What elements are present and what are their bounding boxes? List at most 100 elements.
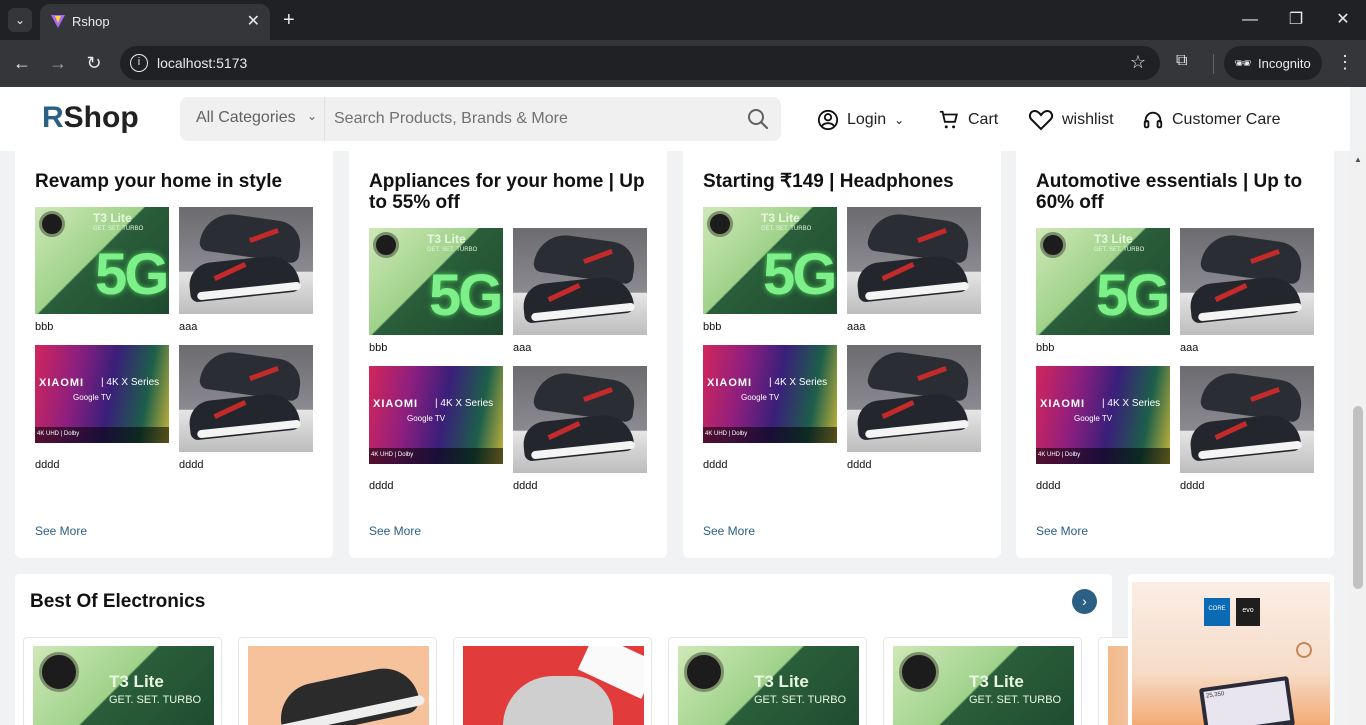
product-tile[interactable]: XIAOMI | 4K X Series Google TV 4K UHD | Dol… (35, 345, 169, 471)
shoe-product-image (513, 228, 647, 335)
camera-lens (1040, 232, 1066, 258)
wishlist-link[interactable]: wishlist (1028, 107, 1114, 133)
product-tile[interactable]: T3 Lite GET. SET. TURBO 5G bbb (35, 207, 169, 333)
carousel-next-button[interactable]: › (1072, 589, 1097, 614)
intel-core-badge: CORE (1204, 598, 1230, 626)
product-tile[interactable]: XIAOMI | 4K X Series Google TV 4K UHD | Dol… (369, 366, 503, 492)
tv-series-text: | 4K X Series (101, 377, 160, 388)
see-more-link[interactable]: See More (369, 524, 421, 538)
search-icon[interactable] (746, 107, 770, 131)
forward-icon[interactable]: → (46, 52, 70, 74)
page-scrollbar[interactable]: ▲ (1350, 151, 1366, 725)
tv-os-text: Google TV (407, 414, 446, 423)
phone-tagline-text: GET. SET. TURBO (427, 247, 478, 253)
tab-search-button[interactable]: ⌄ (8, 8, 32, 32)
shoe-product-image (1180, 228, 1314, 335)
minimize-icon[interactable]: — (1238, 8, 1262, 32)
product-tile[interactable]: dddd (1180, 366, 1314, 492)
search-input[interactable] (325, 97, 735, 141)
product-label: dddd (35, 459, 60, 471)
address-bar[interactable]: i localhost:5173 ☆ (120, 46, 1160, 80)
see-more-link[interactable]: See More (35, 524, 87, 538)
tv-series-text: | 4K X Series (435, 398, 494, 409)
tv-product-image: XIAOMI | 4K X Series Google TV 4K UHD | Dol… (35, 345, 169, 443)
scroll-up-icon[interactable]: ▲ (1354, 155, 1362, 164)
product-label: dddd (513, 480, 538, 492)
product-tile[interactable]: XIAOMI | 4K X Series Google TV 4K UHD | Dol… (703, 345, 837, 471)
site-info-icon[interactable]: i (130, 54, 148, 72)
see-more-link[interactable]: See More (1036, 524, 1088, 538)
cart-icon (939, 110, 958, 129)
headset-icon (1143, 111, 1163, 129)
product-tile[interactable]: T3 Lite GET. SET. TURBO 5G bbb (369, 228, 503, 354)
promo-card: Automotive essentials | Up to 60% off T3 … (1016, 151, 1334, 558)
sneaker-product-image (463, 646, 644, 725)
see-more-link[interactable]: See More (703, 524, 755, 538)
product-label: dddd (1036, 480, 1061, 492)
tv-os-text: Google TV (1074, 414, 1113, 423)
product-label: bbb (35, 321, 54, 333)
tv-os-text: Google TV (741, 393, 780, 402)
shoe-product-image (1180, 366, 1314, 473)
sneaker-product-image (248, 646, 429, 725)
tv-footer-text: 4K UHD | Dolby (703, 427, 837, 443)
close-window-icon[interactable]: ✕ (1331, 8, 1355, 32)
phone-product-image: T3 Lite GET. SET. TURBO 5G (703, 207, 837, 314)
shoe-product-image (847, 345, 981, 452)
camera-lens (39, 211, 65, 237)
user-circle-icon (817, 109, 839, 131)
product-tile[interactable] (238, 637, 437, 725)
phone-product-image: T3 Lite GET. SET. TURBO 5G (35, 207, 169, 314)
product-label: aaa (1180, 342, 1199, 354)
evo-badge: evo (1236, 598, 1260, 626)
reload-icon[interactable]: ↻ (82, 52, 106, 74)
product-tile[interactable]: T3 Lite GET. SET. TURBO 5G bbb (703, 207, 837, 333)
restore-icon[interactable]: ❐ (1284, 8, 1308, 32)
tv-brand-text: XIAOMI (373, 398, 419, 410)
browser-tab[interactable]: Rshop ✕ (40, 4, 270, 40)
product-tile[interactable] (453, 637, 652, 725)
site-header: RShop All Categories ⌄ Login ⌄ (0, 87, 1350, 151)
login-menu[interactable]: Login ⌄ (817, 107, 904, 133)
extensions-icon[interactable]: ⧉ (1176, 52, 1187, 70)
scrollbar-thumb[interactable] (1353, 406, 1363, 589)
product-tile[interactable]: T3 Lite GET. SET. TURBO (23, 637, 222, 725)
new-tab-button[interactable]: + (283, 8, 295, 32)
url-text[interactable]: localhost:5173 (157, 55, 247, 71)
phone-model-text: T3 Lite (761, 211, 800, 225)
product-tile[interactable]: aaa (1180, 228, 1314, 354)
category-select[interactable]: All Categories ⌄ (180, 97, 325, 141)
product-tile[interactable]: dddd (179, 345, 313, 471)
bookmark-star-icon[interactable]: ☆ (1130, 52, 1146, 73)
cart-link[interactable]: Cart (938, 107, 998, 133)
laptop-illustration: 25,350 (1198, 675, 1296, 725)
product-tile[interactable]: dddd (513, 366, 647, 492)
product-tile[interactable]: aaa (179, 207, 313, 333)
incognito-indicator[interactable]: 🕶 Incognito (1224, 46, 1322, 80)
heart-icon (1028, 109, 1054, 131)
product-tile[interactable]: T3 Lite GET. SET. TURBO (883, 637, 1082, 725)
tv-brand-text: XIAOMI (707, 377, 753, 389)
promo-card: Revamp your home in style T3 Lite GET. SET… (15, 151, 333, 558)
product-tile[interactable]: T3 Lite GET. SET. TURBO 5G bbb (1036, 228, 1170, 354)
product-label: dddd (179, 459, 204, 471)
product-tile[interactable]: T3 Lite GET. SET. TURBO (668, 637, 867, 725)
camera-lens (373, 232, 399, 258)
product-tile[interactable]: aaa (847, 207, 981, 333)
browser-menu-icon[interactable]: ⋮ (1336, 52, 1354, 73)
site-logo[interactable]: RShop (42, 101, 139, 135)
phone-tagline-text: GET. SET. TURBO (969, 694, 1062, 706)
product-label: dddd (1180, 480, 1205, 492)
product-tile[interactable]: XIAOMI | 4K X Series Google TV 4K UHD | Dol… (1036, 366, 1170, 492)
card-title: Starting ₹149 | Headphones (703, 171, 954, 192)
product-label: aaa (847, 321, 866, 333)
promo-ad-banner[interactable]: CORE evo 25,350 (1128, 574, 1334, 725)
product-tile[interactable]: dddd (847, 345, 981, 471)
toolbar-divider (1213, 54, 1214, 74)
product-tile[interactable]: aaa (513, 228, 647, 354)
tab-close-icon[interactable]: ✕ (247, 11, 260, 31)
product-label: bbb (703, 321, 722, 333)
customer-care-link[interactable]: Customer Care (1142, 107, 1280, 133)
phone-product-image: T3 Lite GET. SET. TURBO (893, 646, 1074, 725)
back-icon[interactable]: ← (10, 52, 34, 74)
